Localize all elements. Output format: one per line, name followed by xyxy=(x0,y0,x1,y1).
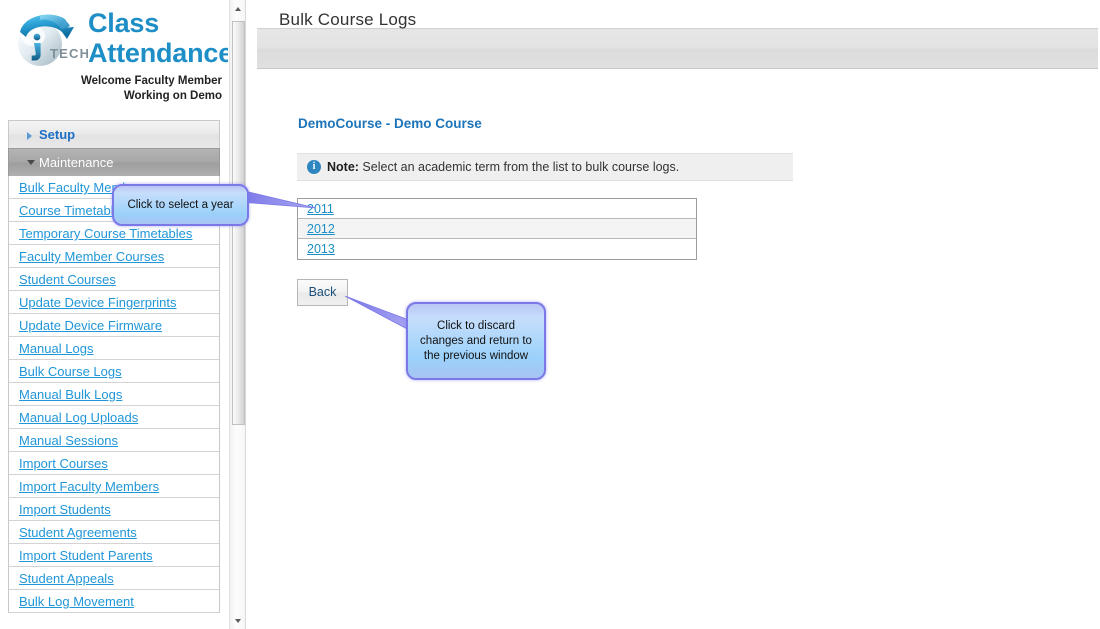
welcome-line1: Welcome Faculty Member xyxy=(80,75,222,87)
back-button[interactable]: Back xyxy=(297,279,348,306)
sidebar-item-label[interactable]: Manual Bulk Logs xyxy=(19,387,122,402)
sidebar-item-faculty-member-courses[interactable]: Faculty Member Courses xyxy=(9,245,219,268)
sidebar-item-student-courses[interactable]: Student Courses xyxy=(9,268,219,291)
iptech-globe-logo: TECH xyxy=(10,6,89,74)
sidebar-menu-list: Bulk Faculty Members Course Timetables T… xyxy=(8,176,220,613)
sidebar-item-label[interactable]: Student Appeals xyxy=(19,571,114,586)
sidebar-section-setup[interactable]: Setup xyxy=(8,120,220,148)
note-body: Select an academic term from the list to… xyxy=(358,160,680,174)
sidebar-item-label[interactable]: Faculty Member Courses xyxy=(19,249,164,264)
brand-title-line1: Class xyxy=(88,8,160,38)
sidebar-item-update-device-fingerprints[interactable]: Update Device Fingerprints xyxy=(9,291,219,314)
sidebar-item-label[interactable]: Manual Sessions xyxy=(19,433,118,448)
sidebar-item-bulk-log-movement[interactable]: Bulk Log Movement xyxy=(9,590,219,613)
callout-back-button-text: Click to discard changes and return to t… xyxy=(420,319,532,362)
sidebar-section-maintenance[interactable]: Maintenance xyxy=(8,148,220,176)
sidebar-item-label[interactable]: Import Students xyxy=(19,502,111,517)
sidebar-item-manual-logs[interactable]: Manual Logs xyxy=(9,337,219,360)
callout-back-button: Click to discard changes and return to t… xyxy=(406,302,546,380)
sidebar-item-bulk-course-logs[interactable]: Bulk Course Logs xyxy=(9,360,219,383)
sidebar-item-label[interactable]: Manual Logs xyxy=(19,341,93,356)
year-link-2013[interactable]: 2013 xyxy=(307,242,335,256)
note-bar: i Note: Select an academic term from the… xyxy=(297,153,793,181)
year-list-table: 2011 2012 2013 xyxy=(297,198,697,260)
application-window: TECH Class Attendance Welcome Faculty Me… xyxy=(0,0,1100,629)
callout-select-year: Click to select a year xyxy=(112,184,249,226)
sidebar-item-student-agreements[interactable]: Student Agreements xyxy=(9,521,219,544)
table-row[interactable]: 2011 xyxy=(298,199,696,219)
scroll-down-arrow-icon xyxy=(235,619,241,623)
callout-leader-back xyxy=(345,296,410,331)
sidebar-item-label[interactable]: Import Faculty Members xyxy=(19,479,159,494)
vertical-scrollbar[interactable] xyxy=(229,0,246,629)
chevron-right-icon xyxy=(27,132,32,140)
welcome-line2: Working on Demo xyxy=(123,90,222,102)
table-row[interactable]: 2012 xyxy=(298,219,696,239)
sidebar-item-manual-bulk-logs[interactable]: Manual Bulk Logs xyxy=(9,383,219,406)
sidebar-item-import-courses[interactable]: Import Courses xyxy=(9,452,219,475)
brand-title-line2: Attendance xyxy=(88,38,228,68)
sidebar-item-student-appeals[interactable]: Student Appeals xyxy=(9,567,219,590)
page-title: Class Attendance xyxy=(88,8,228,68)
table-row[interactable]: 2013 xyxy=(298,239,696,259)
course-title: DemoCourse - Demo Course xyxy=(298,116,482,131)
chevron-down-icon xyxy=(27,160,35,165)
sidebar-item-label[interactable]: Import Courses xyxy=(19,456,108,471)
callout-leader-year xyxy=(240,189,317,209)
panel-title: Bulk Course Logs xyxy=(279,10,417,29)
sidebar-item-label[interactable]: Import Student Parents xyxy=(19,548,153,563)
sidebar-item-manual-log-uploads[interactable]: Manual Log Uploads xyxy=(9,406,219,429)
sidebar-item-label[interactable]: Temporary Course Timetables xyxy=(19,226,192,241)
sidebar-item-label[interactable]: Bulk Log Movement xyxy=(19,594,134,609)
sidebar-item-label[interactable]: Student Agreements xyxy=(19,525,137,540)
callout-select-year-text: Click to select a year xyxy=(127,198,234,211)
sidebar-item-label[interactable]: Update Device Fingerprints xyxy=(19,295,177,310)
welcome-text: Welcome Faculty Member Working on Demo xyxy=(4,74,222,104)
sidebar-item-import-faculty-members[interactable]: Import Faculty Members xyxy=(9,475,219,498)
sidebar-item-manual-sessions[interactable]: Manual Sessions xyxy=(9,429,219,452)
sidebar-item-label[interactable]: Student Courses xyxy=(19,272,116,287)
panel-header-bar xyxy=(257,28,1098,69)
svg-text:TECH: TECH xyxy=(50,46,88,61)
scrollbar-up-button[interactable] xyxy=(230,0,247,17)
scrollbar-down-button[interactable] xyxy=(230,612,247,629)
scroll-up-arrow-icon xyxy=(235,7,241,11)
sidebar-item-label[interactable]: Update Device Firmware xyxy=(19,318,162,333)
sidebar-item-label[interactable]: Bulk Course Logs xyxy=(19,364,122,379)
sidebar-item-label[interactable]: Manual Log Uploads xyxy=(19,410,138,425)
sidebar-item-import-student-parents[interactable]: Import Student Parents xyxy=(9,544,219,567)
brand-header: TECH Class Attendance Welcome Faculty Me… xyxy=(0,0,228,120)
note-text: Note: Select an academic term from the l… xyxy=(327,160,679,174)
note-label: Note: xyxy=(327,160,359,174)
sidebar: TECH Class Attendance Welcome Faculty Me… xyxy=(0,0,228,629)
sidebar-section-setup-label: Setup xyxy=(39,127,76,142)
info-icon: i xyxy=(307,160,321,174)
sidebar-item-update-device-firmware[interactable]: Update Device Firmware xyxy=(9,314,219,337)
sidebar-section-maintenance-label: Maintenance xyxy=(39,155,114,170)
sidebar-item-import-students[interactable]: Import Students xyxy=(9,498,219,521)
